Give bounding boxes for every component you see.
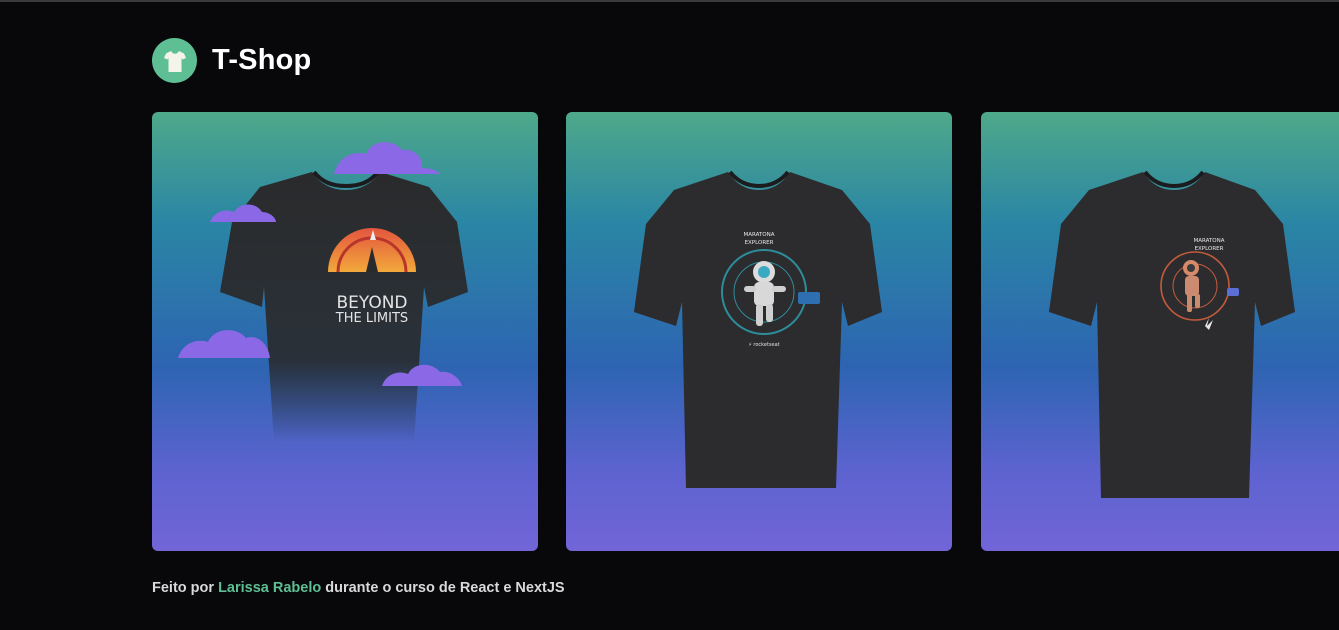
footer: Feito por Larissa Rabelo durante o curso…: [152, 580, 565, 596]
footer-suffix: durante o curso de React e NextJS: [325, 580, 565, 596]
product-image: BEYOND THE LIMITS: [178, 142, 468, 442]
print-line-1: MARATONA: [743, 232, 774, 238]
product-card-maratona-explorer-orange[interactable]: MARATONA EXPLORER: [981, 112, 1339, 551]
print-line-2: EXPLORER: [745, 240, 774, 246]
print-line-2: EXPLORER: [1195, 246, 1224, 252]
footer-prefix: Feito por: [152, 580, 215, 596]
brand-name[interactable]: T-Shop: [212, 44, 311, 77]
svg-text:⚡ rocketseat: ⚡ rocketseat: [748, 342, 779, 348]
print-line-1: MARATONA: [1193, 238, 1224, 244]
t-shirt: [634, 170, 882, 488]
logo[interactable]: [152, 38, 197, 83]
t-shirt-icon: [163, 50, 186, 72]
product-gallery[interactable]: BEYOND THE LIMITS MARATONA EXPLORER ⚡ ro…: [152, 112, 1339, 551]
product-card-beyond-the-limits[interactable]: BEYOND THE LIMITS: [152, 112, 538, 551]
product-card-maratona-explorer-blue[interactable]: MARATONA EXPLORER ⚡ rocketseat: [566, 112, 952, 551]
print-line-1: BEYOND: [336, 293, 407, 313]
product-image: MARATONA EXPLORER ⚡ rocketseat: [634, 170, 882, 488]
print-line-2: THE LIMITS: [335, 311, 408, 326]
site-header: T-Shop: [152, 38, 311, 83]
author-link[interactable]: Larissa Rabelo: [218, 580, 321, 596]
product-image: MARATONA EXPLORER: [1049, 170, 1295, 498]
top-border: [0, 0, 1339, 2]
t-shirt: [1049, 170, 1295, 498]
